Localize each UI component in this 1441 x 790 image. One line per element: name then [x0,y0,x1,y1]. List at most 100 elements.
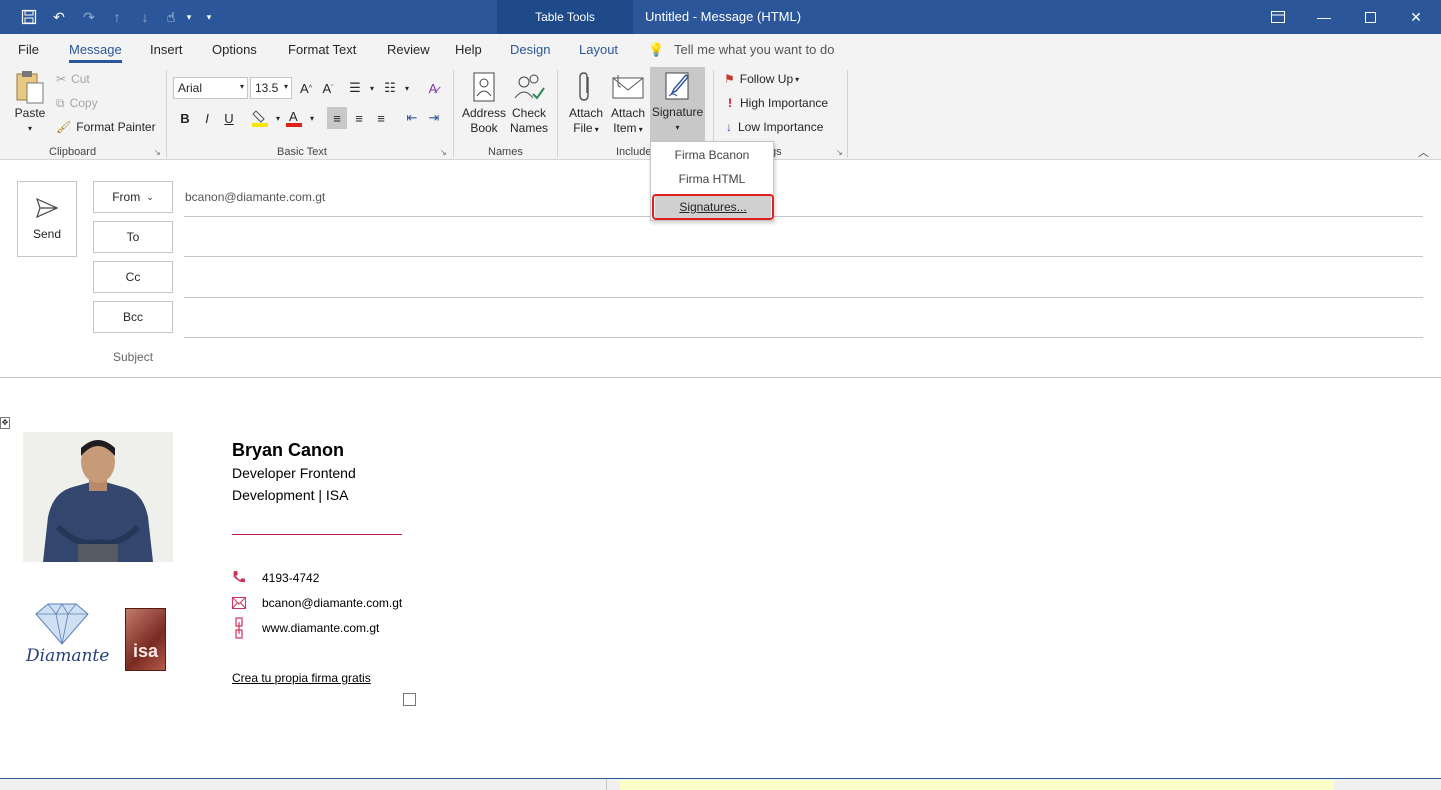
phone-icon [232,570,246,587]
from-button[interactable]: From ⌄ [93,181,173,213]
tab-options[interactable]: Options [212,42,257,57]
signature-label: Signature [651,105,704,119]
address-book-button[interactable]: Address Book [461,68,507,136]
maximize-icon[interactable] [1347,0,1393,34]
background-pane-divider [606,779,607,790]
bcc-field[interactable] [184,302,1423,336]
touch-mode-dropdown-icon[interactable]: ▾ [178,7,200,27]
clipboard-launcher-icon[interactable]: ↘ [154,148,161,157]
italic-button[interactable]: I [197,107,217,129]
align-right-icon[interactable]: ≡ [371,107,391,129]
tab-message[interactable]: Message [69,42,122,63]
chevron-down-icon: ▾ [795,74,800,84]
isa-logo: isa [125,608,166,671]
minimize-icon[interactable]: — [1301,0,1347,34]
link-icon [232,616,246,643]
cc-button[interactable]: Cc [93,261,173,293]
tab-insert[interactable]: Insert [150,42,183,57]
svg-text:A: A [289,109,298,124]
follow-up-button[interactable]: ⚑ Follow Up ▾ [724,68,799,90]
send-icon [18,197,76,221]
signature-button[interactable]: Signature ▾ [650,67,705,141]
signature-website[interactable]: www.diamante.com.gt [262,621,379,635]
close-icon[interactable]: ✕ [1393,0,1439,34]
tags-launcher-icon[interactable]: ↘ [836,148,843,157]
cut-button[interactable]: ✂ Cut [56,68,90,90]
basic-text-launcher-icon[interactable]: ↘ [440,148,447,157]
font-name-combo[interactable]: Arial ▾ [173,77,248,99]
bcc-button[interactable]: Bcc [93,301,173,333]
message-body[interactable] [0,378,1441,778]
envelope-icon [608,68,648,106]
tell-me-search[interactable]: Tell me what you want to do [674,42,834,57]
tab-file[interactable]: File [18,42,39,57]
bullets-dropdown-icon[interactable]: ▾ [362,77,382,99]
low-importance-button[interactable]: ↓ Low Importance [724,116,823,138]
signature-dept: Development | ISA [232,487,349,503]
create-signature-link[interactable]: Crea tu propia firma gratis [232,671,371,685]
tab-design[interactable]: Design [510,42,550,57]
signature-item-firma-bcanon[interactable]: Firma Bcanon [651,144,773,166]
chevron-down-icon: ▾ [592,125,599,134]
align-center-icon[interactable]: ≡ [349,107,369,129]
paste-button[interactable]: Paste ▾ [10,68,50,136]
bold-button[interactable]: B [175,107,195,129]
signature-item-firma-html[interactable]: Firma HTML [651,168,773,190]
shrink-font-icon[interactable]: Aˇ [318,77,338,99]
font-color-icon[interactable]: A [284,107,304,129]
previous-item-icon[interactable]: ↑ [106,7,128,27]
tab-layout[interactable]: Layout [579,42,618,57]
isa-logo-text: isa [132,641,159,661]
attach-file-button[interactable]: Attach File ▾ [566,68,606,137]
signature-email[interactable]: bcanon@diamante.com.gt [262,596,402,610]
high-importance-button[interactable]: ! High Importance [724,92,828,114]
highlight-icon[interactable] [250,107,270,129]
down-arrow-icon: ↓ [726,120,732,134]
table-move-handle-icon[interactable]: ✥ [0,417,10,429]
align-left-icon[interactable]: ≡ [327,107,347,129]
format-painter-button[interactable]: 🖌 Format Painter [56,116,156,138]
grow-font-icon[interactable]: A ^ [296,77,316,99]
attach-item-label-1: Attach [610,106,646,120]
undo-icon[interactable]: ↶ [48,7,70,27]
signature-role: Developer Frontend [232,465,356,481]
subject-field[interactable] [184,342,1423,374]
customize-qat-icon[interactable]: ▾ [198,7,220,27]
tab-format-text[interactable]: Format Text [288,42,356,57]
to-button[interactable]: To [93,221,173,253]
font-color-dropdown-icon[interactable]: ▾ [302,107,322,129]
attach-item-button[interactable]: Attach Item ▾ [608,68,648,137]
send-button[interactable]: Send [17,181,77,257]
tell-me-icon[interactable]: 💡 [648,42,664,58]
chevron-down-icon: ⌄ [146,191,154,202]
next-item-icon[interactable]: ↓ [134,7,156,27]
decrease-indent-icon[interactable]: ⇤ [402,107,422,129]
group-separator [557,70,558,158]
copy-label: Copy [69,96,98,110]
paperclip-icon [566,68,606,106]
format-painter-label: Format Painter [76,120,156,134]
tab-review[interactable]: Review [387,42,430,57]
clear-formatting-icon[interactable]: A̷ [423,77,443,99]
to-field[interactable] [184,222,1423,256]
paste-dropdown-icon[interactable]: ▾ [10,121,50,136]
increase-indent-icon[interactable]: ⇥ [424,107,444,129]
check-names-button[interactable]: Check Names [508,68,550,136]
cc-underline [184,297,1423,298]
diamante-logo: Diamante [26,600,109,675]
signatures-menu-item[interactable]: Signatures... [655,196,771,218]
font-size-combo[interactable]: 13.5 ▾ [250,77,292,99]
copy-button[interactable]: ⧉ Copy [56,92,98,114]
exclamation-icon: ! [728,96,732,110]
cc-field[interactable] [184,262,1423,296]
ribbon-display-options-icon[interactable] [1255,0,1301,34]
numbering-dropdown-icon[interactable]: ▾ [397,77,417,99]
save-icon[interactable] [18,7,40,27]
collapse-ribbon-icon[interactable]: ︿ [1418,144,1429,160]
redo-icon[interactable]: ↷ [78,7,100,27]
chevron-down-icon: ▾ [283,82,288,91]
underline-button[interactable]: U [219,107,239,129]
tab-help[interactable]: Help [455,42,482,57]
chevron-down-icon: ▾ [239,82,244,91]
check-names-label-1: Check [511,106,546,120]
